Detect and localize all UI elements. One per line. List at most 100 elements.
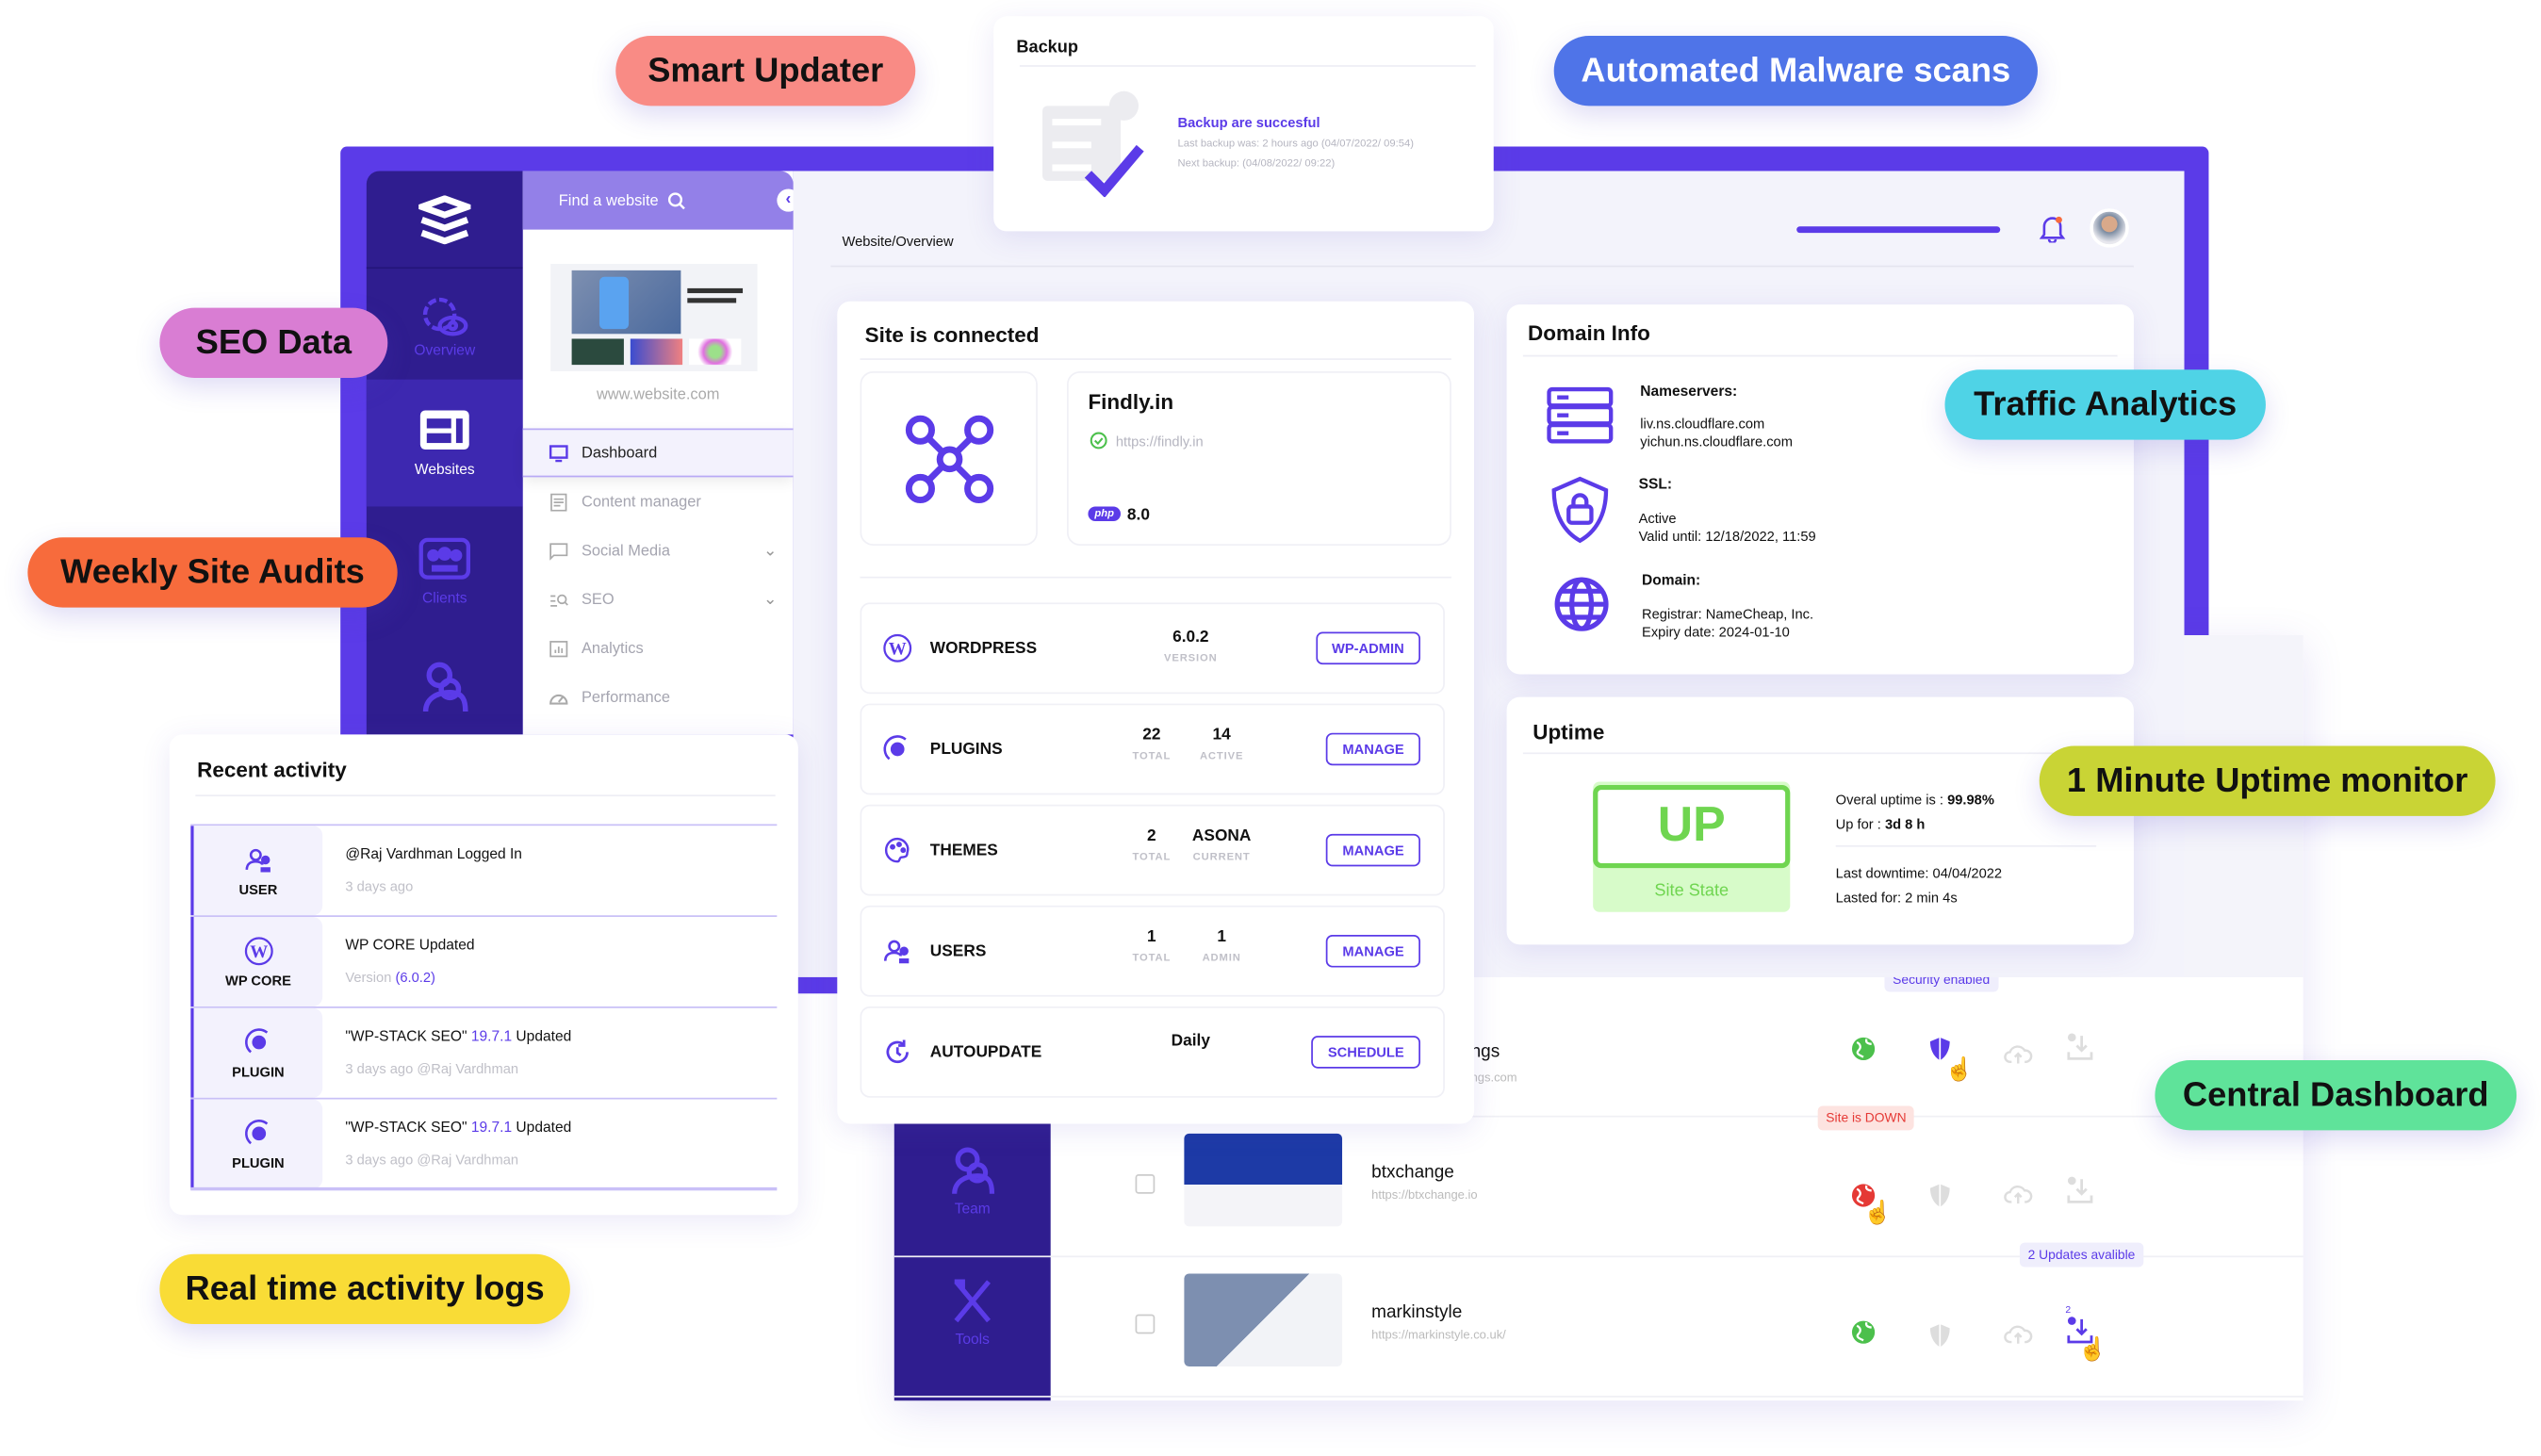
activity-text: WP CORE Updated: [345, 936, 475, 953]
website-name[interactable]: markinstyle: [1371, 1303, 1462, 1323]
sidebar-item-label: Websites: [414, 461, 475, 478]
nav-item-social-media[interactable]: Social Media ⌄: [523, 526, 794, 575]
nameserver-1: liv.ns.cloudflare.com: [1640, 415, 1765, 432]
ssl-shield-icon: [1551, 476, 1609, 544]
site-state-badge: UP: [1593, 784, 1791, 869]
nav-item-content-manager[interactable]: Content manager: [523, 477, 794, 526]
nav-item-label: Performance: [581, 688, 670, 707]
sidebar-item-overview[interactable]: Overview: [367, 272, 523, 380]
update-download-icon[interactable]: [2065, 1176, 2094, 1205]
site-row-themes: THEMES 2 TOTAL ASONA CURRENT MANAGE: [860, 804, 1445, 896]
breadcrumb[interactable]: Website/Overview: [842, 233, 953, 249]
manage-button[interactable]: MANAGE: [1326, 732, 1420, 766]
globe-status-icon[interactable]: [1850, 1319, 1877, 1346]
activity-item[interactable]: PLUGIN "WP-STACK SEO" 19.7.1 Updated 3 day…: [190, 1006, 778, 1098]
plugin-icon: [244, 1027, 268, 1053]
wp-admin-button[interactable]: WP-ADMIN: [1315, 631, 1420, 665]
row-checkbox[interactable]: [1135, 1314, 1156, 1334]
gear-eye-icon: [422, 297, 468, 336]
schedule-button[interactable]: SCHEDULE: [1311, 1036, 1420, 1069]
nav-item-label: Social Media: [581, 541, 670, 560]
activity-type: WP CORE: [224, 971, 291, 989]
users-label: USERS: [929, 941, 987, 960]
site-thumbnail: [550, 263, 758, 372]
row-checkbox[interactable]: [1135, 1174, 1156, 1194]
pointer-cursor-icon: ☝: [1863, 1198, 1893, 1225]
manage-button[interactable]: MANAGE: [1326, 833, 1420, 867]
backup-status: Backup are succesful: [1177, 113, 1320, 131]
cloud-backup-icon[interactable]: [2004, 1322, 2033, 1345]
site-row-plugins: PLUGINS 22 TOTAL 14 ACTIVE MANAGE: [860, 703, 1445, 795]
cloud-backup-icon[interactable]: [2004, 1042, 2033, 1065]
site-link[interactable]: https://findly.in: [1116, 434, 1204, 450]
nav-item-performance[interactable]: Performance: [523, 673, 794, 722]
security-shield-icon[interactable]: [1928, 1183, 1951, 1209]
logo[interactable]: [366, 171, 523, 270]
autoupdate-value: Daily: [1171, 1032, 1210, 1051]
website-url[interactable]: https://btxchange.io: [1371, 1187, 1477, 1202]
uptime-card: Uptime UP Site State Overal uptime is : …: [1506, 696, 2134, 945]
activity-meta: 3 days ago @Raj Vardhman: [345, 1060, 519, 1077]
website-row[interactable]: btxchange https://btxchange.io Site is D…: [893, 1105, 2303, 1258]
site-info-box: Findly.in https://findly.in php 8.0: [1066, 371, 1451, 546]
sidebar-item-websites[interactable]: Websites: [366, 379, 523, 507]
website-name[interactable]: btxchange: [1371, 1163, 1454, 1183]
site-name: Findly.in: [1088, 389, 1174, 414]
activity-item[interactable]: PLUGIN "WP-STACK SEO" 19.7.1 Updated 3 day…: [190, 1097, 778, 1189]
website-name[interactable]: ngs: [1471, 1042, 1500, 1062]
users-icon: [883, 940, 910, 964]
activity-type: PLUGIN: [232, 1062, 285, 1079]
feature-pill-smart-updater: Smart Updater: [615, 36, 916, 106]
website-row[interactable]: markinstyle https://markinstyle.co.uk/ 2…: [893, 1242, 2303, 1398]
nav-item-label: SEO: [581, 590, 615, 609]
activity-item[interactable]: USER @Raj Vardhman Logged In 3 days ago: [190, 824, 778, 916]
logo-stack-icon: [418, 194, 471, 244]
search-bar[interactable]: Find a website: [522, 171, 794, 230]
chat-icon: [549, 542, 568, 560]
expiry-date: Expiry date: 2024-01-10: [1642, 623, 1790, 641]
pointer-cursor-icon: ☝: [2078, 1335, 2107, 1362]
updates-count: 2: [2065, 1306, 2072, 1317]
plugin-icon: [244, 1119, 268, 1144]
nav-item-seo[interactable]: SEO ⌄: [523, 575, 794, 624]
nav-item-dashboard[interactable]: Dashboard: [522, 428, 794, 478]
wordpress-label: WORDPRESS: [929, 639, 1038, 658]
svg-text:W: W: [889, 640, 907, 660]
last-backup: Last backup was: 2 hours ago (04/07/2022…: [1177, 138, 1414, 150]
group-icon: [418, 537, 471, 580]
svg-text:W: W: [249, 941, 267, 961]
status-tooltip: 2 Updates avalible: [2019, 1242, 2144, 1268]
domain-info-title: Domain Info: [1528, 320, 1650, 346]
domain-info-card: Domain Info Nameservers: liv.ns.cloudfla…: [1506, 304, 2134, 675]
feature-pill-central-dashboard: Central Dashboard: [2155, 1060, 2517, 1131]
website-url[interactable]: https://markinstyle.co.uk/: [1371, 1327, 1506, 1342]
feature-pill-uptime-monitor: 1 Minute Uptime monitor: [2039, 745, 2496, 816]
monitor-icon: [549, 444, 568, 462]
globe-status-icon[interactable]: [1850, 1036, 1877, 1062]
website-url[interactable]: ngs.com: [1471, 1070, 1517, 1085]
activity-text: "WP-STACK SEO" 19.7.1 Updated: [345, 1027, 572, 1044]
wordpress-icon: W: [243, 936, 272, 965]
recent-activity-card: Recent activity USER @Raj Vardhman Logged…: [169, 734, 798, 1216]
website-thumbnail: [1184, 1133, 1343, 1227]
sidebar-item-team[interactable]: [367, 637, 523, 735]
team-icon: [422, 662, 468, 712]
overall-uptime: Overal uptime is : 99.98%: [1835, 791, 1994, 809]
security-shield-icon[interactable]: [1928, 1322, 1951, 1349]
last-downtime: Last downtime: 04/04/2022: [1835, 864, 2003, 881]
seo-search-icon: [550, 593, 568, 606]
notification-bell-icon[interactable]: [2039, 213, 2066, 251]
site-nav-pane: Find a website ‹ www.website.com Dashboa…: [522, 171, 800, 735]
manage-button[interactable]: MANAGE: [1326, 934, 1420, 968]
site-row-wordpress: W WORDPRESS 6.0.2 VERSION WP-ADMIN: [860, 602, 1445, 695]
search-input[interactable]: Find a website: [559, 191, 659, 209]
activity-item[interactable]: W WP CORE WP CORE Updated Version (6.0.2): [190, 915, 778, 1007]
nav-item-analytics[interactable]: Analytics: [523, 624, 794, 673]
backup-title: Backup: [1016, 37, 1078, 57]
wordpress-value: 6.0.2 VERSION: [1163, 629, 1218, 665]
check-circle-icon: [1090, 432, 1107, 450]
update-download-icon[interactable]: [2065, 1033, 2094, 1062]
avatar[interactable]: [2090, 208, 2129, 248]
cloud-backup-icon[interactable]: [2004, 1183, 2033, 1205]
feature-pill-activity-logs: Real time activity logs: [159, 1253, 570, 1325]
